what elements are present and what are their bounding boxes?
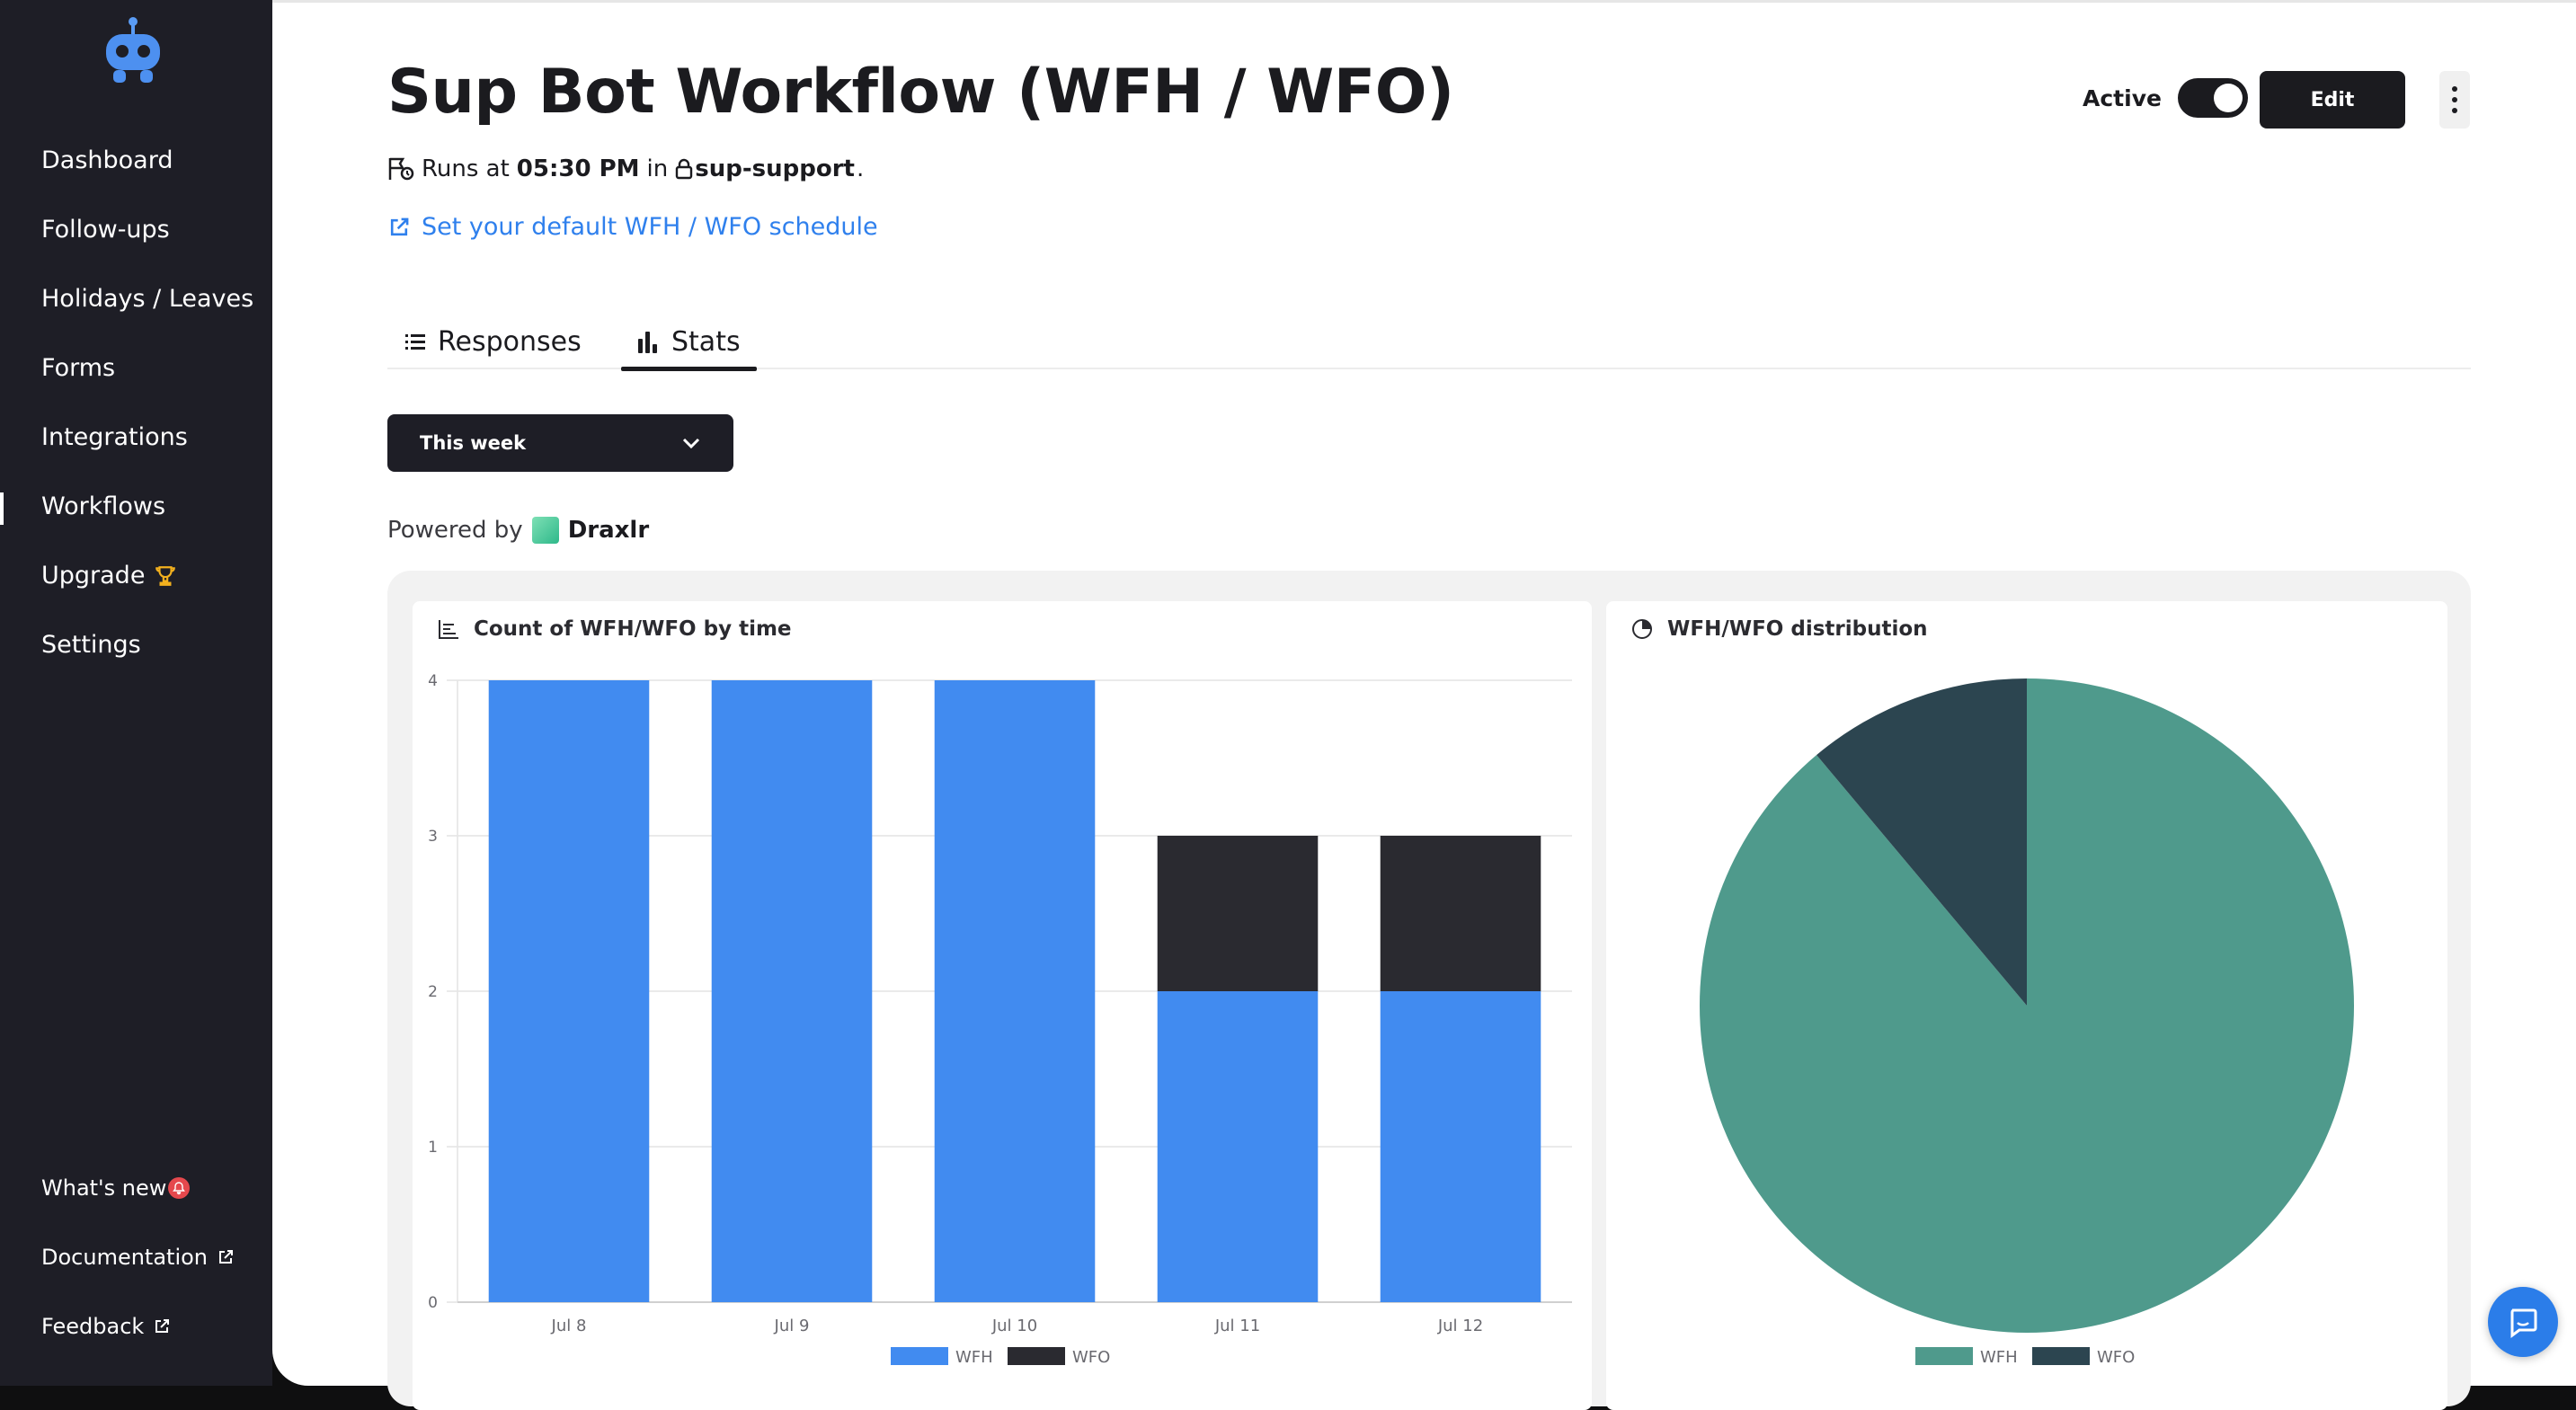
- pie-chart-card: WFH/WFO distribution WFH WFO: [1606, 601, 2447, 1410]
- draxlr-brand: Draxlr: [567, 517, 650, 544]
- legend-swatch: [1008, 1347, 1065, 1365]
- whats-new-link[interactable]: What's new: [41, 1175, 191, 1201]
- trophy-icon: [155, 565, 176, 586]
- active-toggle-group: Active: [2083, 78, 2248, 118]
- active-label: Active: [2083, 84, 2162, 111]
- sidebar-item-label: Dashboard: [41, 146, 173, 174]
- documentation-link[interactable]: Documentation: [41, 1245, 235, 1270]
- feedback-link[interactable]: Feedback: [41, 1314, 171, 1339]
- runs-in: in: [646, 155, 669, 182]
- legend-swatch: [2032, 1347, 2090, 1365]
- powered-by: Powered by Draxlr: [387, 517, 649, 544]
- sidebar-item-follow-ups[interactable]: Follow-ups: [41, 216, 170, 244]
- bar-wfo[interactable]: [1380, 836, 1541, 991]
- sidebar: Dashboard Follow-ups Holidays / Leaves F…: [0, 0, 272, 1386]
- external-link-icon: [390, 217, 409, 235]
- date-range-select[interactable]: This week: [387, 414, 733, 472]
- clock-flag-icon: [388, 157, 414, 181]
- bar-wfh[interactable]: [1380, 991, 1541, 1302]
- sidebar-item-workflows[interactable]: Workflows: [41, 492, 165, 520]
- more-options-icon[interactable]: [2439, 71, 2470, 129]
- y-tick-label: 3: [428, 828, 438, 846]
- bar-wfh[interactable]: [711, 680, 873, 1302]
- legend-label: WFH: [1980, 1348, 2018, 1367]
- active-indicator: [0, 492, 4, 525]
- sidebar-item-label: Forms: [41, 354, 116, 382]
- sidebar-item-label: Holidays / Leaves: [41, 285, 254, 313]
- toggle-knob: [2213, 84, 2243, 112]
- sidebar-item-settings[interactable]: Settings: [41, 631, 141, 659]
- tab-stats[interactable]: Stats: [621, 314, 757, 371]
- whats-new-label: What's new: [41, 1175, 167, 1201]
- legend-label: WFO: [1072, 1348, 1110, 1367]
- date-range-value: This week: [420, 432, 527, 454]
- external-link-icon: [219, 1250, 234, 1264]
- bar-wfh[interactable]: [488, 680, 650, 1302]
- default-schedule-link[interactable]: Set your default WFH / WFO schedule: [387, 213, 878, 241]
- sidebar-item-upgrade[interactable]: Upgrade: [41, 562, 177, 590]
- tab-bar: Responses Stats: [387, 314, 2471, 371]
- bar-wfo[interactable]: [1157, 836, 1319, 991]
- y-tick-label: 2: [428, 983, 438, 1001]
- channel-name: sup-support: [695, 155, 855, 182]
- sidebar-item-dashboard[interactable]: Dashboard: [41, 146, 173, 174]
- legend-swatch: [891, 1347, 948, 1365]
- bell-icon: [168, 1177, 191, 1199]
- legend-label: WFO: [2097, 1348, 2135, 1367]
- y-tick-label: 4: [428, 672, 438, 690]
- main-content: Sup Bot Workflow (WFH / WFO) Runs at 05:…: [272, 0, 2576, 1410]
- x-tick-label: Jul 10: [991, 1317, 1037, 1335]
- feedback-label: Feedback: [41, 1314, 145, 1339]
- x-tick-label: Jul 9: [774, 1317, 810, 1335]
- tab-responses[interactable]: Responses: [405, 314, 582, 369]
- chat-icon: [2510, 1308, 2537, 1338]
- powered-prefix: Powered by: [387, 517, 523, 544]
- bar-wfh[interactable]: [1157, 991, 1319, 1302]
- sidebar-item-holidays-leaves[interactable]: Holidays / Leaves: [41, 285, 253, 313]
- sidebar-item-label: Follow-ups: [41, 216, 170, 244]
- bot-logo-icon[interactable]: [101, 14, 165, 86]
- legend-swatch: [1915, 1347, 1973, 1365]
- chat-support-button[interactable]: [2488, 1287, 2558, 1357]
- list-icon: [405, 334, 425, 350]
- page-title: Sup Bot Workflow (WFH / WFO): [387, 57, 1454, 128]
- sidebar-item-label: Settings: [41, 631, 141, 659]
- bar-chart-card: Count of WFH/WFO by time 0 1 2 3 4 Jul 8 Jul 9…: [413, 601, 1592, 1410]
- x-tick-label: Jul 8: [551, 1317, 587, 1335]
- lock-icon: [676, 158, 693, 180]
- stats-panel: Count of WFH/WFO by time 0 1 2 3 4 Jul 8 Jul 9…: [387, 571, 2471, 1410]
- sidebar-item-forms[interactable]: Forms: [41, 354, 115, 382]
- x-tick-label: Jul 11: [1214, 1317, 1260, 1335]
- sidebar-item-label: Integrations: [41, 423, 188, 451]
- y-tick-label: 1: [428, 1139, 438, 1157]
- documentation-label: Documentation: [41, 1245, 209, 1270]
- schedule-info: Runs at 05:30 PM in sup-support.: [387, 155, 864, 182]
- bar-chart-icon: [638, 332, 657, 353]
- sidebar-item-integrations[interactable]: Integrations: [41, 423, 188, 451]
- bar-wfh[interactable]: [934, 680, 1096, 1302]
- runs-time: 05:30 PM: [516, 155, 640, 182]
- tab-label: Stats: [671, 325, 741, 358]
- tab-label: Responses: [438, 325, 582, 358]
- legend-label: WFH: [955, 1348, 993, 1367]
- edit-button[interactable]: Edit: [2260, 71, 2405, 129]
- runs-prefix: Runs at: [422, 155, 510, 182]
- draxlr-logo-icon: [531, 517, 559, 544]
- x-tick-label: Jul 12: [1437, 1317, 1483, 1335]
- default-schedule-label: Set your default WFH / WFO schedule: [422, 213, 878, 241]
- sidebar-item-label: Upgrade: [41, 562, 146, 590]
- chevron-down-icon: [682, 438, 700, 449]
- bar-chart: 0 1 2 3 4 Jul 8 Jul 9 Jul 10 Jul 11 Jul 12 WFH WFO: [428, 672, 1572, 1367]
- sidebar-item-label: Workflows: [41, 492, 166, 520]
- external-link-icon: [155, 1319, 170, 1333]
- pie-chart: WFH WFO: [1699, 678, 2354, 1367]
- active-toggle[interactable]: [2177, 78, 2248, 118]
- y-tick-label: 0: [428, 1294, 438, 1312]
